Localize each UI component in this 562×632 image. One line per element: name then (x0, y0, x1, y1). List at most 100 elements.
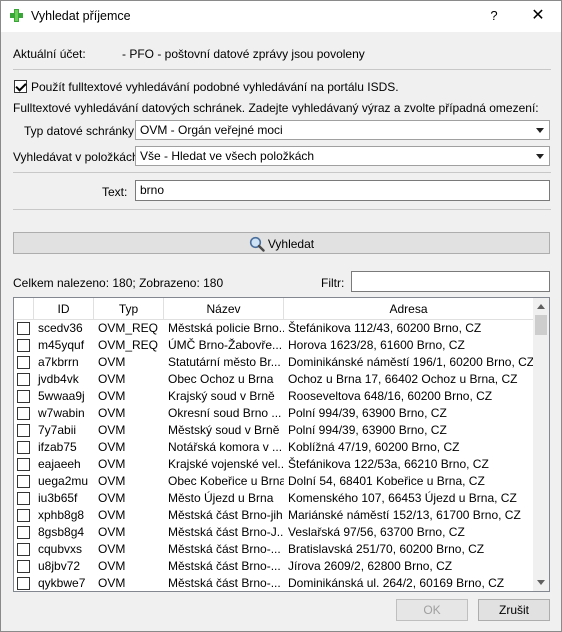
cell-id: u8jbv72 (38, 559, 81, 573)
row-checkbox[interactable] (17, 526, 30, 539)
cell-nazev: Krajské vojenské vel... (168, 457, 284, 471)
scroll-down-icon[interactable] (537, 580, 545, 585)
cell-typ: OVM (98, 389, 126, 403)
row-checkbox-cell (14, 422, 34, 439)
fulltext-checkbox-label[interactable]: Použít fulltextové vyhledávání podobné v… (31, 80, 399, 94)
table-row[interactable]: m45yquf OVM_REQ ÚMČ Brno-Žabovře... Horova … (14, 337, 534, 354)
cell-nazev: Městská část Brno-... (168, 542, 281, 556)
table-row[interactable]: qykbwe7 OVM Městská část Brno-... Dominikán… (14, 575, 534, 591)
box-type-label: Typ datové schránky: (24, 124, 138, 138)
column-header-nazev[interactable]: Název (164, 298, 284, 320)
row-checkbox-cell (14, 371, 34, 388)
close-button[interactable]: ✕ (523, 5, 553, 27)
row-checkbox[interactable] (17, 475, 30, 488)
cell-id: w7wabin (38, 406, 85, 420)
filter-input[interactable] (351, 271, 550, 292)
row-checkbox[interactable] (17, 492, 30, 505)
search-button-label: Vyhledat (267, 236, 315, 251)
scroll-up-icon[interactable] (537, 304, 545, 309)
cell-nazev: Městská část Brno-J... (168, 525, 284, 539)
row-checkbox[interactable] (17, 424, 30, 437)
row-checkbox-cell (14, 507, 34, 524)
divider (13, 172, 551, 173)
column-header-id[interactable]: ID (34, 298, 94, 320)
cell-id: a7kbrrn (38, 355, 79, 369)
row-checkbox[interactable] (17, 339, 30, 352)
cell-id: ifzab75 (38, 440, 77, 454)
account-value: - PFO - poštovní datové zprávy jsou povo… (122, 47, 365, 61)
row-checkbox[interactable] (17, 560, 30, 573)
cell-typ: OVM (98, 525, 126, 539)
row-checkbox[interactable] (17, 577, 30, 590)
table-row[interactable]: 7y7abii OVM Městský soud v Brně Polní 994/3… (14, 422, 534, 439)
table-row[interactable]: jvdb4vk OVM Obec Ochoz u Brna Ochoz u Brna … (14, 371, 534, 388)
cell-id: 5wwaa9j (38, 389, 85, 403)
vertical-scrollbar[interactable] (533, 298, 549, 591)
search-text-input[interactable]: brno (135, 180, 550, 201)
cell-adresa: Polní 994/39, 63900 Brno, CZ (288, 423, 447, 437)
row-checkbox[interactable] (17, 458, 30, 471)
cell-adresa: Mariánské náměstí 152/13, 61700 Brno, CZ (288, 508, 521, 522)
filter-label: Filtr: (321, 276, 345, 290)
cell-nazev: Město Újezd u Brna (168, 491, 274, 505)
cell-adresa: Komenského 107, 66453 Újezd u Brna, CZ (288, 491, 517, 505)
cell-nazev: Městská část Brno-... (168, 559, 281, 573)
table-row[interactable]: u8jbv72 OVM Městská část Brno-... Jírova 26… (14, 558, 534, 575)
search-in-select[interactable]: Vše - Hledat ve všech položkách (135, 146, 550, 166)
cancel-button[interactable]: Zrušit (478, 599, 550, 621)
row-checkbox-cell (14, 524, 34, 541)
row-checkbox[interactable] (17, 509, 30, 522)
cell-nazev: Notářská komora v ... (168, 440, 283, 454)
help-button[interactable]: ? (479, 5, 509, 27)
cell-typ: OVM (98, 372, 126, 386)
table-row[interactable]: 5wwaa9j OVM Krajský soud v Brně Rooseveltov… (14, 388, 534, 405)
row-checkbox[interactable] (17, 441, 30, 454)
cell-typ: OVM (98, 542, 126, 556)
chevron-down-icon (536, 154, 544, 159)
search-button[interactable]: Vyhledat (13, 232, 550, 254)
column-header-typ[interactable]: Typ (94, 298, 164, 320)
row-checkbox[interactable] (17, 356, 30, 369)
cell-typ: OVM (98, 423, 126, 437)
table-row[interactable]: w7wabin OVM Okresní soud Brno ... Polní 994… (14, 405, 534, 422)
results-table: ID Typ Název Adresa scedv36 OVM_REQ Městsk… (13, 297, 550, 592)
row-checkbox[interactable] (17, 390, 30, 403)
cell-adresa: Bratislavská 251/70, 60200 Brno, CZ (288, 542, 485, 556)
row-checkbox[interactable] (17, 373, 30, 386)
cell-nazev: Městská část Brno-jih (168, 508, 283, 522)
row-checkbox-cell (14, 541, 34, 558)
cell-id: 7y7abii (38, 423, 77, 437)
cell-adresa: Horova 1623/28, 61600 Brno, CZ (288, 338, 465, 352)
row-checkbox[interactable] (17, 407, 30, 420)
table-row[interactable]: 8gsb8g4 OVM Městská část Brno-J... Veslařsk… (14, 524, 534, 541)
table-row[interactable]: uega2mu OVM Obec Kobeřice u Brna Dolní 54, … (14, 473, 534, 490)
box-type-value: OVM - Orgán veřejné moci (140, 123, 283, 137)
row-checkbox-cell (14, 320, 34, 337)
column-header-checkbox[interactable] (14, 298, 34, 320)
fulltext-checkbox[interactable] (14, 80, 27, 93)
cell-id: eajaeeh (38, 457, 81, 471)
ok-button[interactable]: OK (396, 599, 468, 621)
table-row[interactable]: eajaeeh OVM Krajské vojenské vel... Štefáni… (14, 456, 534, 473)
table-row[interactable]: ifzab75 OVM Notářská komora v ... Koblížná … (14, 439, 534, 456)
scroll-thumb[interactable] (535, 315, 547, 335)
window-title: Vyhledat příjemce (31, 9, 131, 23)
row-checkbox[interactable] (17, 322, 30, 335)
table-row[interactable]: xphb8g8 OVM Městská část Brno-jih Mariánské… (14, 507, 534, 524)
row-checkbox-cell (14, 456, 34, 473)
cell-nazev: Krajský soud v Brně (168, 389, 275, 403)
chevron-down-icon (536, 128, 544, 133)
table-row[interactable]: cqubvxs OVM Městská část Brno-... Bratislav… (14, 541, 534, 558)
table-row[interactable]: a7kbrrn OVM Statutární město Br... Dominiká… (14, 354, 534, 371)
box-type-select[interactable]: OVM - Orgán veřejné moci (135, 120, 550, 140)
results-summary: Celkem nalezeno: 180; Zobrazeno: 180 (13, 276, 224, 290)
table-row[interactable]: iu3b65f OVM Město Újezd u Brna Komenského 1… (14, 490, 534, 507)
cell-nazev: Statutární město Br... (168, 355, 281, 369)
table-row[interactable]: scedv36 OVM_REQ Městská policie Brno... Šte… (14, 320, 534, 337)
cell-nazev: Městská policie Brno... (168, 321, 284, 335)
table-body: scedv36 OVM_REQ Městská policie Brno... Šte… (14, 320, 534, 591)
cell-id: qykbwe7 (38, 576, 86, 590)
row-checkbox[interactable] (17, 543, 30, 556)
row-checkbox-cell (14, 439, 34, 456)
column-header-adresa[interactable]: Adresa (284, 298, 534, 320)
